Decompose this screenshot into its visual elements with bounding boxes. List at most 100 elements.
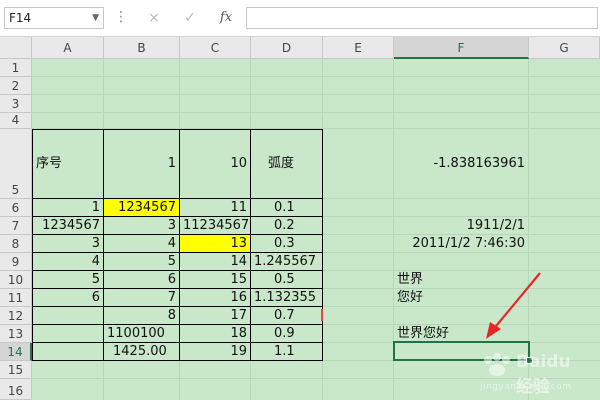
- row-header-5[interactable]: 5: [0, 129, 32, 199]
- cell-b6[interactable]: 1234567: [104, 199, 179, 216]
- table-border: [322, 129, 323, 361]
- row-number: 15: [7, 363, 24, 377]
- cell-d13[interactable]: 0.9: [271, 325, 322, 342]
- cell-c14[interactable]: 19: [180, 343, 250, 360]
- cell-a10[interactable]: 5: [33, 271, 103, 288]
- cell-b12[interactable]: 8: [104, 307, 179, 324]
- row-number: 11: [7, 291, 24, 305]
- cell-a11[interactable]: 6: [33, 289, 103, 306]
- cell-c5[interactable]: 10: [180, 155, 250, 173]
- cell-f7[interactable]: 1911/2/1: [394, 217, 528, 234]
- table-border: [250, 129, 251, 361]
- table-border: [32, 129, 323, 130]
- cell-d10[interactable]: 0.5: [271, 271, 322, 288]
- cell-b13[interactable]: 1100100: [104, 325, 179, 342]
- formula-bar: F14 ▼ ⋮ × ✓ fx: [0, 0, 600, 37]
- cell-c7[interactable]: 11234567: [180, 217, 250, 234]
- baidu-jingyan-watermark: Baidu 经验 jingyan.baidu.com: [480, 352, 590, 397]
- row-header-3[interactable]: 3: [0, 95, 32, 113]
- row-number: 12: [7, 309, 24, 323]
- row-header-4[interactable]: 4: [0, 113, 32, 129]
- row-header-10[interactable]: 10: [0, 271, 32, 289]
- row-header-14[interactable]: 14: [0, 343, 32, 361]
- cell-d6[interactable]: 0.1: [271, 199, 322, 216]
- more-options-icon[interactable]: ⋮: [114, 9, 128, 25]
- column-header-c[interactable]: C: [180, 37, 251, 59]
- cell-c12[interactable]: 17: [180, 307, 250, 324]
- cell-c11[interactable]: 16: [180, 289, 250, 306]
- cell-b9[interactable]: 5: [104, 253, 179, 270]
- column-header-a[interactable]: A: [32, 37, 104, 59]
- comment-indicator: [321, 309, 323, 321]
- name-box-value: F14: [9, 11, 32, 25]
- cell-c6[interactable]: 11: [180, 199, 250, 216]
- row-header-1[interactable]: 1: [0, 59, 32, 77]
- row-header-15[interactable]: 15: [0, 361, 32, 379]
- cell-b11[interactable]: 7: [104, 289, 179, 306]
- row-number: 3: [11, 97, 20, 111]
- row-number: 2: [11, 79, 20, 93]
- enter-icon[interactable]: ✓: [180, 8, 200, 28]
- row-number: 8: [11, 237, 20, 251]
- column-header-b[interactable]: B: [104, 37, 180, 59]
- cell-c9[interactable]: 14: [180, 253, 250, 270]
- row-header-7[interactable]: 7: [0, 217, 32, 235]
- column-header-d[interactable]: D: [251, 37, 323, 59]
- cell-a7[interactable]: 1234567: [33, 217, 103, 234]
- row-number: 6: [11, 201, 20, 215]
- cell-b10[interactable]: 6: [104, 271, 179, 288]
- row-number: 9: [11, 255, 20, 269]
- cell-c13[interactable]: 18: [180, 325, 250, 342]
- formula-input[interactable]: [246, 7, 598, 29]
- column-header-e[interactable]: E: [323, 37, 394, 59]
- row-header-6[interactable]: 6: [0, 199, 32, 217]
- row-header-11[interactable]: 11: [0, 289, 32, 307]
- name-box[interactable]: F14 ▼: [4, 7, 104, 29]
- cell-b8[interactable]: 4: [104, 235, 179, 252]
- cell-d9[interactable]: 1.245567: [251, 253, 322, 270]
- column-header-f[interactable]: F: [394, 37, 529, 59]
- row-header-2[interactable]: 2: [0, 77, 32, 95]
- annotation-arrow-icon: [486, 272, 541, 339]
- row-number: 10: [7, 273, 24, 287]
- spreadsheet-grid[interactable]: A B C D E F G 1 2 3 4 5 6 7 8 9 10 11 12…: [0, 37, 600, 400]
- row-number: 14: [7, 345, 23, 359]
- row-header-12[interactable]: 12: [0, 307, 32, 325]
- cell-a6[interactable]: 1: [33, 199, 103, 216]
- row-header-8[interactable]: 8: [0, 235, 32, 253]
- gridline: [32, 112, 600, 113]
- gridline: [32, 94, 600, 95]
- insert-function-icon[interactable]: fx: [216, 8, 236, 28]
- watermark-url: jingyan.baidu.com: [480, 382, 572, 392]
- cell-a9[interactable]: 4: [33, 253, 103, 270]
- chevron-down-icon[interactable]: ▼: [92, 8, 99, 28]
- cancel-icon[interactable]: ×: [144, 8, 164, 28]
- cell-f5[interactable]: -1.838163961: [394, 155, 528, 173]
- cell-b7[interactable]: 3: [104, 217, 179, 234]
- column-header-g[interactable]: G: [529, 37, 600, 59]
- cell-d8[interactable]: 0.3: [271, 235, 322, 252]
- cell-b14[interactable]: 1425.00: [110, 343, 179, 360]
- row-number: 16: [7, 384, 24, 398]
- row-number: 4: [11, 113, 20, 127]
- cell-d12[interactable]: 0.7: [271, 307, 322, 324]
- cell-a5[interactable]: 序号: [33, 155, 103, 173]
- cell-a8[interactable]: 3: [33, 235, 103, 252]
- cell-d7[interactable]: 0.2: [271, 217, 322, 234]
- row-header-9[interactable]: 9: [0, 253, 32, 271]
- row-number: 7: [11, 219, 20, 233]
- table-border: [32, 360, 323, 361]
- select-all-corner[interactable]: [0, 37, 32, 59]
- row-header-13[interactable]: 13: [0, 325, 32, 343]
- row-number: 13: [7, 327, 24, 341]
- cell-c10[interactable]: 15: [180, 271, 250, 288]
- cell-d5[interactable]: 弧度: [265, 155, 322, 173]
- cell-c8[interactable]: 13: [180, 235, 250, 252]
- gridline: [32, 76, 600, 77]
- row-header-16[interactable]: 16: [0, 379, 32, 400]
- cell-f8[interactable]: 2011/1/2 7:46:30: [394, 235, 528, 252]
- cell-d11[interactable]: 1.132355: [251, 289, 322, 306]
- cell-d14[interactable]: 1.1: [271, 343, 322, 360]
- paw-logo-icon: [484, 353, 510, 376]
- cell-b5[interactable]: 1: [104, 155, 179, 173]
